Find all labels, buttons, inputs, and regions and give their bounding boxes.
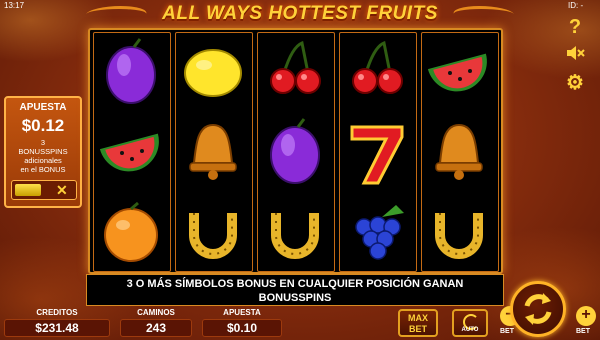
increase-bet-label: BET [576, 328, 590, 335]
plum-symbol [94, 33, 169, 113]
seven-symbol [340, 113, 415, 193]
spin-arrows-icon [524, 293, 552, 325]
help-button[interactable]: ? [562, 14, 588, 40]
toggle-knob[interactable] [15, 184, 41, 196]
decrease-bet-label: BET [500, 328, 514, 335]
ways-display: CAMINOS 243 [120, 308, 192, 338]
credits-display: CREDITOS $231.48 [4, 308, 110, 338]
reel-4 [339, 32, 417, 272]
bet-panel-value: $0.12 [21, 116, 65, 135]
close-icon[interactable]: ✕ [56, 182, 68, 199]
ways-value: 243 [120, 319, 192, 337]
speaker-muted-icon [567, 46, 585, 60]
horseshoe-symbol [422, 193, 497, 273]
clock: 13:17 [4, 1, 25, 10]
cherries-symbol [340, 33, 415, 113]
bell-symbol [176, 113, 251, 193]
bell-symbol [422, 113, 497, 193]
reel-3 [257, 32, 335, 272]
grapes-symbol [340, 193, 415, 273]
horseshoe-icon [189, 213, 237, 259]
banner-line-1: 3 O MÁS SÍMBOLOS BONUS EN CUALQUIER POSI… [126, 278, 464, 290]
max-bet-line-1: MAX [408, 313, 428, 323]
banner-line-2: BONUSSPINS [258, 292, 332, 304]
info-banner: 3 O MÁS SÍMBOLOS BONUS EN CUALQUIER POSI… [86, 274, 504, 306]
plum-icon [270, 118, 320, 184]
bonus-line-4: en el BONUS [20, 165, 66, 174]
game-title: ALL WAYS HOTTEST FRUITS [162, 3, 438, 24]
watermelon-symbol [422, 33, 497, 113]
bonus-toggle[interactable]: ✕ [11, 180, 77, 200]
reel-2 [175, 32, 253, 272]
horseshoe-symbol [258, 193, 333, 273]
plum-icon [106, 38, 156, 104]
bet-info-panel: APUESTA $0.12 3 BONUSSPINS adicionales e… [4, 96, 82, 208]
lemon-symbol [176, 33, 251, 113]
bonus-line-3: adicionales [24, 156, 62, 165]
bell-icon [435, 123, 483, 180]
bonus-line-2: BONUSSPINS [18, 147, 68, 156]
cherries-icon [270, 40, 321, 94]
reel-grid [88, 28, 503, 274]
id-label: ID: - [568, 1, 584, 10]
grapes-icon [355, 205, 404, 260]
bet-display: APUESTA $0.10 [202, 308, 282, 338]
cherries-symbol [258, 33, 333, 113]
bet-value: $0.10 [202, 319, 282, 337]
seven-icon [350, 125, 404, 185]
credits-value: $231.48 [4, 319, 110, 337]
lemon-icon [184, 49, 242, 97]
max-bet-button[interactable]: MAX BET [398, 309, 438, 337]
sound-button[interactable] [562, 42, 588, 68]
autoplay-button[interactable]: AUTO [452, 309, 488, 337]
increase-bet-button[interactable]: + [576, 306, 596, 326]
horseshoe-icon [271, 213, 319, 259]
bet-panel-title: APUESTA [19, 102, 67, 113]
plum-symbol [258, 113, 333, 193]
max-bet-line-2: BET [409, 324, 427, 334]
reel-1 [93, 32, 171, 272]
credits-label: CREDITOS [36, 308, 78, 317]
bonus-description: 3 BONUSSPINS adicionales en el BONUS [8, 138, 78, 174]
spin-button[interactable] [510, 281, 566, 337]
watermelon-icon [99, 133, 159, 172]
watermelon-symbol [94, 113, 169, 193]
cherries-icon [352, 40, 403, 94]
watermelon-icon [427, 53, 487, 92]
settings-button[interactable]: ⚙ [562, 70, 588, 96]
horseshoe-icon [435, 213, 483, 259]
autoplay-label: AUTO [461, 327, 479, 333]
orange-icon [104, 201, 158, 262]
bet-label: APUESTA [223, 308, 261, 317]
bonus-count: 3 [40, 138, 46, 147]
reel-5 [421, 32, 499, 272]
bell-icon [189, 123, 237, 180]
orange-symbol [94, 193, 169, 273]
ways-label: CAMINOS [137, 308, 175, 317]
horseshoe-symbol [176, 193, 251, 273]
gear-icon: ⚙ [566, 72, 584, 94]
